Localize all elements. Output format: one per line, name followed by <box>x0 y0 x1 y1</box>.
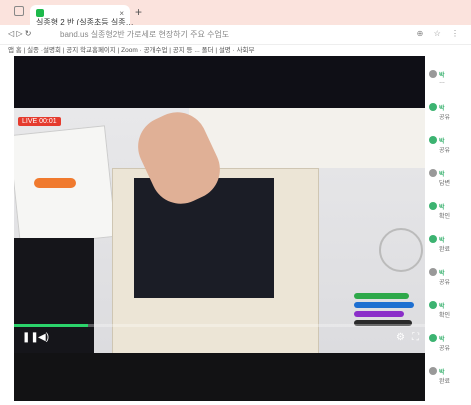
person-torso <box>189 108 425 168</box>
navigation-buttons[interactable]: ◁ ▷ ↻ <box>8 29 31 38</box>
live-badge: LIVE 00:01 <box>18 117 61 126</box>
avatar <box>429 334 437 342</box>
chat-text: … <box>439 79 445 85</box>
avatar <box>429 301 437 309</box>
fullscreen-icon[interactable]: ⛶ <box>412 332 419 343</box>
avatar <box>429 235 437 243</box>
browser-action-icons[interactable]: ⊕ ☆ ⋮ <box>417 29 463 38</box>
chat-message: 박 공유 <box>429 268 471 286</box>
avatar <box>429 367 437 375</box>
progress-fill <box>14 324 88 327</box>
cable-coil <box>379 228 423 272</box>
chat-text: 공유 <box>439 346 451 352</box>
chat-message: 박 확인 <box>429 202 471 220</box>
video-player[interactable]: LIVE 00:01 ❚❚ ◀) ⚙ ⛶ <box>14 56 425 401</box>
address-bar: ◁ ▷ ↻ band.us 실종형2반 가로세로 현장하기 주요 수업도 ⊕ ☆… <box>0 25 471 45</box>
close-tab-icon[interactable]: × <box>119 9 124 18</box>
url-field[interactable]: band.us 실종형2반 가로세로 현장하기 주요 수업도 <box>60 29 229 40</box>
browser-tab[interactable]: 실종형 2 반 (실종초등 실종… × <box>30 5 134 27</box>
avatar <box>429 202 437 210</box>
settings-icon[interactable]: ⚙ <box>396 332 405 343</box>
chat-message: 박… <box>429 70 471 85</box>
chat-text: 확인 <box>439 313 451 319</box>
marker-pens <box>354 293 419 353</box>
bookmarks-bar[interactable]: 앱 홈 | 실종 ·설명회 | 공지 학교홈페이지 | Zoom · 공개수업 … <box>0 44 471 56</box>
avatar <box>429 136 437 144</box>
chat-message: 박 공유 <box>429 103 471 121</box>
chat-sidebar: 박… 박 공유 박 공유 박 답변 박 확인 박 완료 박 공유 박 확인 박 공유 박 완료 <box>425 56 471 405</box>
video-frame <box>14 102 425 370</box>
window-menu-icon[interactable] <box>14 6 24 16</box>
new-tab-button[interactable]: + <box>135 5 142 19</box>
chat-message: 박 답변 <box>429 169 471 187</box>
avatar <box>429 169 437 177</box>
progress-bar[interactable] <box>14 324 425 327</box>
black-drawing-board <box>134 178 274 298</box>
chat-text: 공유 <box>439 148 451 154</box>
chat-text: 완료 <box>439 247 451 253</box>
avatar <box>429 268 437 276</box>
pause-icon[interactable]: ❚❚ <box>22 332 39 343</box>
avatar <box>429 103 437 111</box>
chat-text: 공유 <box>439 115 451 121</box>
band-favicon-icon <box>36 8 44 17</box>
chat-text: 답변 <box>439 181 451 187</box>
chat-message: 박 공유 <box>429 334 471 352</box>
chat-text: 완료 <box>439 379 451 385</box>
chat-text: 확인 <box>439 214 451 220</box>
chat-message: 박 완료 <box>429 235 471 253</box>
video-top-letterbox <box>14 56 425 108</box>
chat-text: 공유 <box>439 280 451 286</box>
chat-message: 박 완료 <box>429 367 471 385</box>
volume-icon[interactable]: ◀) <box>38 332 49 343</box>
video-bottom-letterbox <box>14 353 425 401</box>
tab-bar: 실종형 2 반 (실종초등 실종… × + <box>0 0 471 27</box>
chat-message: 박 공유 <box>429 136 471 154</box>
scissors-object <box>34 178 76 188</box>
avatar <box>429 70 437 78</box>
chat-message: 박 확인 <box>429 301 471 319</box>
